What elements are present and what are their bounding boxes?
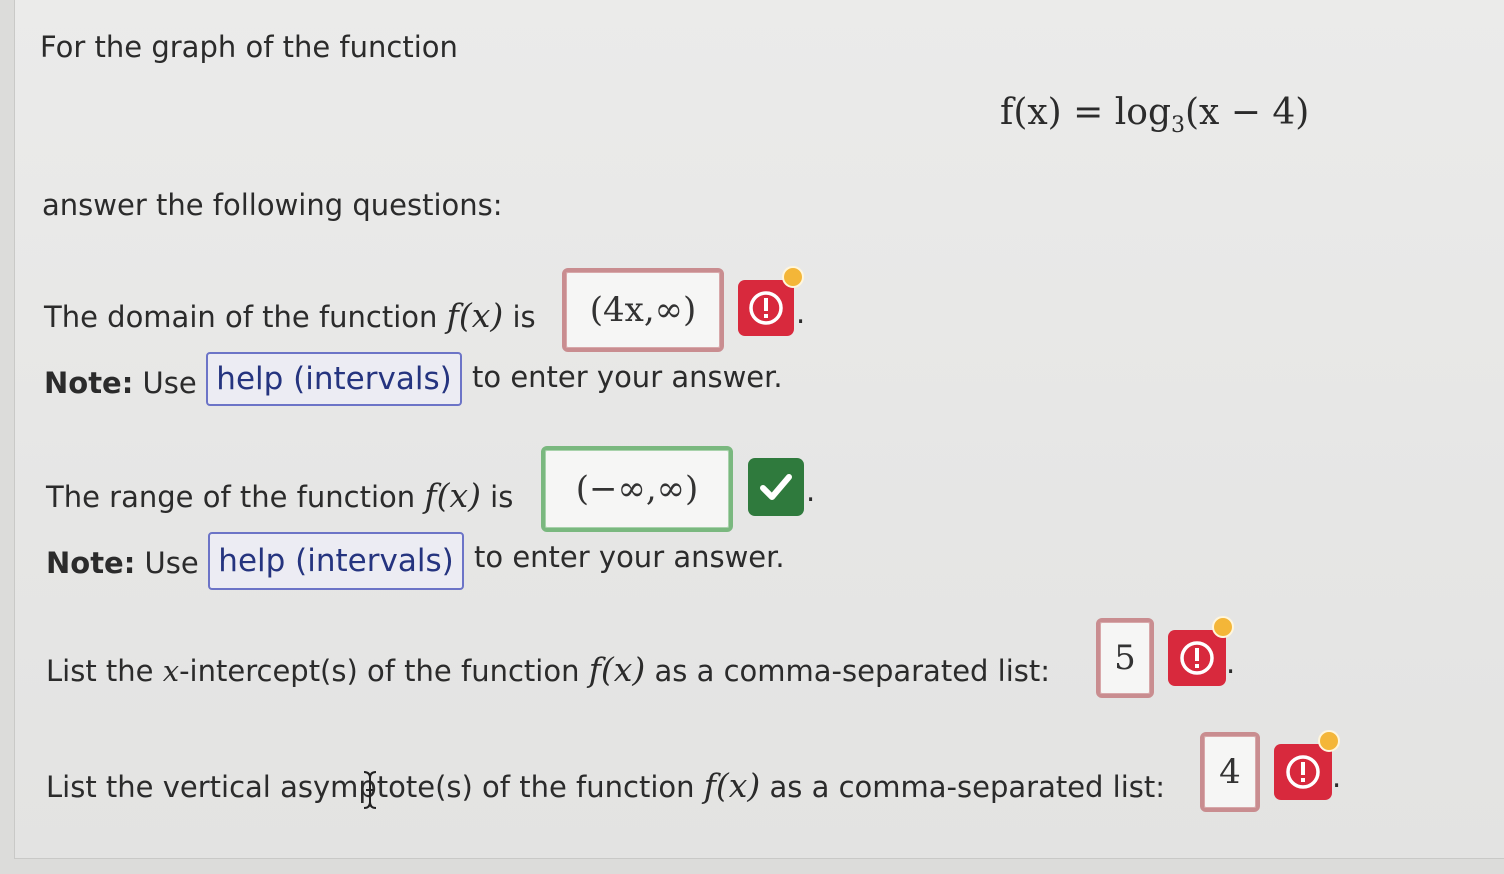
note-bold: Note: bbox=[46, 546, 136, 580]
xint-answer-field[interactable]: 5 bbox=[1096, 618, 1154, 698]
formula-base: 3 bbox=[1171, 113, 1185, 139]
note-after: to enter your answer. bbox=[474, 540, 785, 574]
range-correct-badge bbox=[748, 458, 804, 516]
formula-lhs: f(x) = log bbox=[1000, 92, 1171, 133]
alert-icon bbox=[749, 291, 783, 325]
prompt-text: answer the following questions: bbox=[42, 188, 503, 222]
text-cursor-icon bbox=[363, 771, 377, 809]
notification-dot bbox=[1318, 730, 1340, 752]
xint-text-mid: -intercept(s) of the function bbox=[179, 654, 580, 688]
notification-dot bbox=[1212, 616, 1234, 638]
vasym-func: f(x) bbox=[703, 766, 761, 805]
vasym-question: List the vertical asymptote(s) of the fu… bbox=[46, 766, 1165, 805]
domain-func: f(x) bbox=[446, 296, 504, 335]
note-use: Use bbox=[142, 366, 197, 400]
formula-arg: (x − 4) bbox=[1185, 92, 1310, 133]
vasym-text-after: as a comma-separated list: bbox=[769, 770, 1166, 804]
help-intervals-button[interactable]: help (intervals) bbox=[206, 352, 462, 406]
domain-error-badge[interactable] bbox=[738, 280, 794, 336]
period: . bbox=[1332, 760, 1342, 794]
notification-dot bbox=[782, 266, 804, 288]
xint-text-before: List the bbox=[46, 654, 154, 688]
alert-icon bbox=[1286, 755, 1320, 789]
range-is: is bbox=[490, 480, 514, 514]
note-after: to enter your answer. bbox=[472, 360, 783, 394]
range-question: The range of the function f(x) is bbox=[46, 476, 513, 515]
period: . bbox=[1226, 646, 1236, 680]
domain-answer-field[interactable]: (4x,∞) bbox=[562, 268, 724, 352]
xint-text-after: as a comma-separated list: bbox=[654, 654, 1051, 688]
xint-func: f(x) bbox=[588, 650, 646, 689]
alert-icon bbox=[1180, 641, 1214, 675]
vasym-answer-field[interactable]: 4 bbox=[1200, 732, 1260, 812]
intro-text: For the graph of the function bbox=[40, 30, 458, 64]
vasym-error-badge[interactable] bbox=[1274, 744, 1332, 800]
range-func: f(x) bbox=[424, 476, 481, 515]
note-label: Note: Use bbox=[46, 546, 199, 580]
domain-question: The domain of the function f(x) is bbox=[44, 296, 536, 335]
range-text: The range of the function bbox=[46, 480, 416, 514]
xint-question: List the x-intercept(s) of the function … bbox=[46, 650, 1050, 689]
domain-is: is bbox=[512, 300, 536, 334]
domain-text: The domain of the function bbox=[44, 300, 438, 334]
xint-error-badge[interactable] bbox=[1168, 630, 1226, 686]
check-icon bbox=[760, 474, 792, 500]
note-bold: Note: bbox=[44, 366, 134, 400]
xint-var: x bbox=[162, 654, 180, 688]
note-label: Note: Use bbox=[44, 366, 197, 400]
period: . bbox=[806, 474, 816, 508]
period: . bbox=[796, 296, 806, 330]
range-answer-field[interactable]: (−∞,∞) bbox=[541, 446, 733, 532]
function-formula: f(x) = log3(x − 4) bbox=[1000, 92, 1309, 138]
note-use: Use bbox=[144, 546, 199, 580]
help-intervals-button[interactable]: help (intervals) bbox=[208, 532, 464, 590]
